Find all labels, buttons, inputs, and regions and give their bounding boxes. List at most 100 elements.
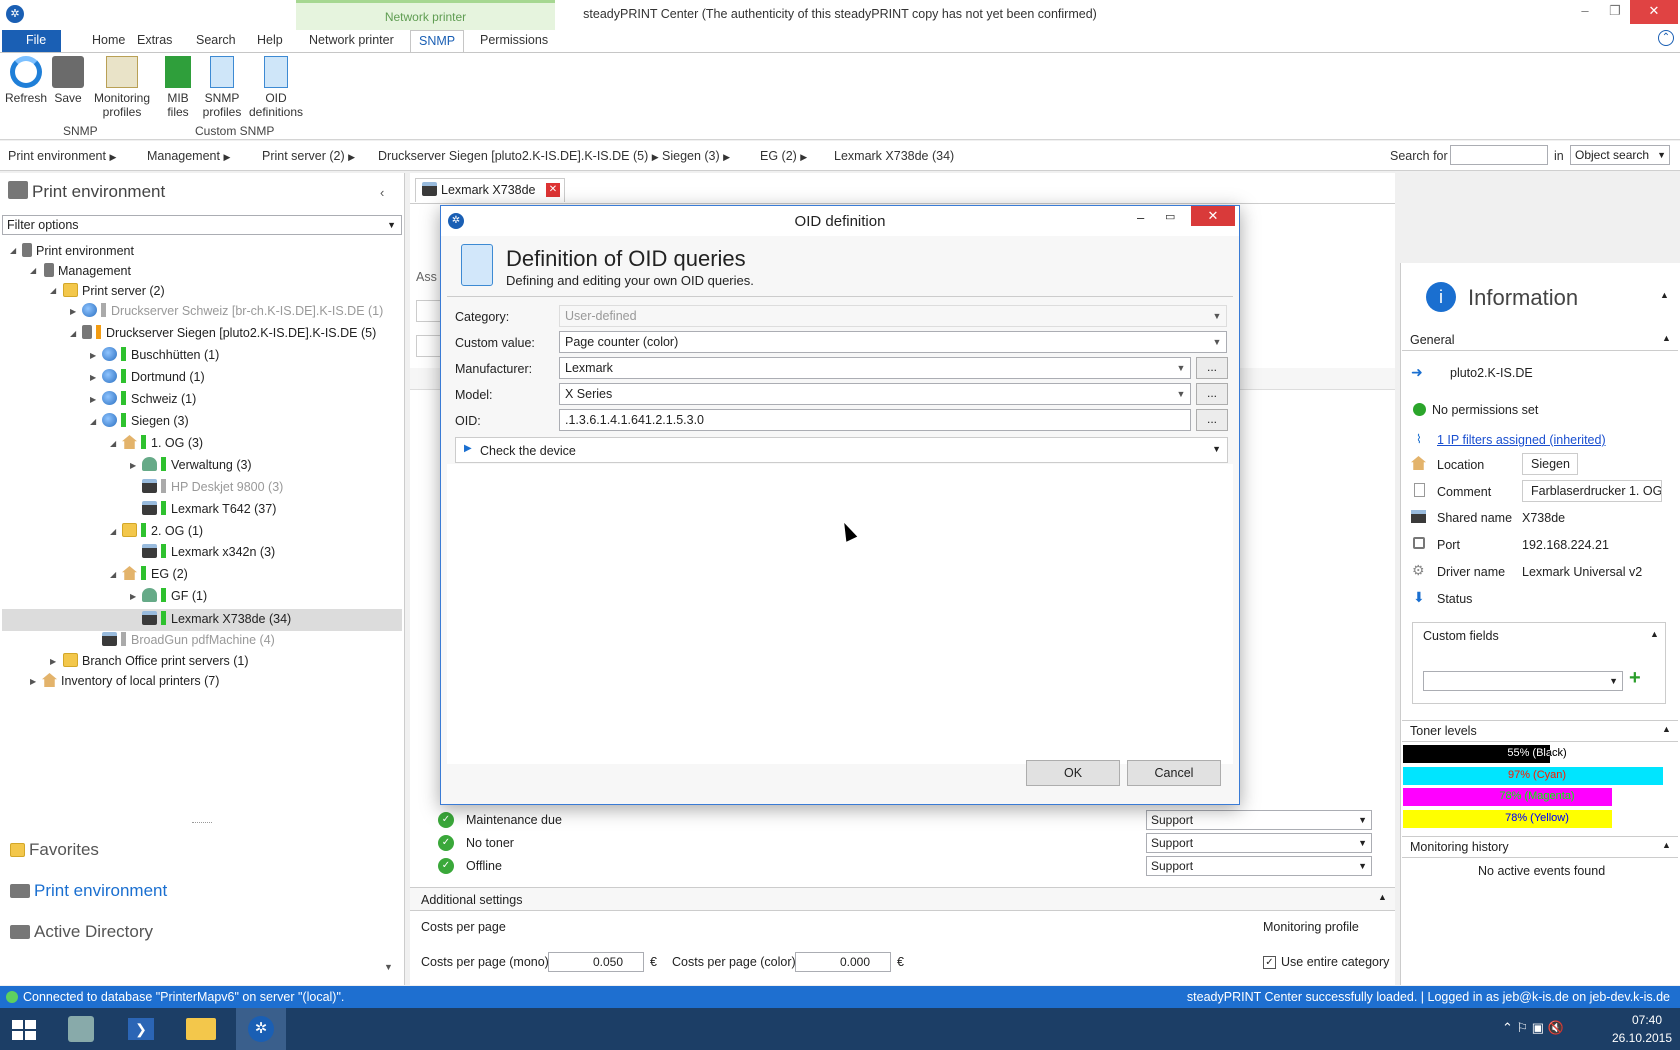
powershell-taskbar-button[interactable]: ❯ [116,1008,166,1050]
expand-arrow-icon[interactable]: ▶ [50,657,56,666]
refresh-button[interactable]: Refresh [4,56,48,105]
dialog-minimize-button[interactable]: – [1137,210,1144,225]
manufacturer-select[interactable]: Lexmark ▼ [559,357,1191,379]
location-field[interactable]: Siegen [1522,453,1578,475]
close-window-button[interactable]: ✕ [1630,0,1678,24]
chevron-up-icon[interactable]: ▲ [1662,840,1671,850]
mib-files-button[interactable]: MIB files [160,56,196,119]
chevron-up-icon[interactable]: ▲ [1662,333,1671,343]
collapse-panel-icon[interactable]: ‹ [380,185,384,200]
search-input[interactable] [1450,145,1548,165]
chevron-up-icon[interactable]: ▲ [1660,290,1669,300]
tab-home[interactable]: Home [84,30,133,52]
nav-favorites[interactable]: Favorites [10,840,99,860]
manufacturer-browse-button[interactable]: ... [1196,357,1228,379]
breadcrumb-item[interactable]: Lexmark X738de (34) [834,149,954,163]
breadcrumb-item[interactable]: Management [147,149,220,163]
tree-item[interactable]: Print environment [22,242,134,262]
collapse-arrow-icon[interactable]: ◢ [90,417,96,426]
tree-item[interactable]: Buschhütten (1) [102,346,219,366]
dialog-close-button[interactable]: ✕ [1191,206,1235,226]
additional-settings-header[interactable] [410,887,1395,911]
cancel-button[interactable]: Cancel [1127,760,1221,786]
tree-item[interactable]: Branch Office print servers (1) [63,652,249,672]
model-browse-button[interactable]: ... [1196,383,1228,405]
steadyprint-taskbar-button[interactable]: ✲ [236,1008,286,1050]
expand-arrow-icon[interactable]: ▶ [130,461,136,470]
expand-arrow-icon[interactable]: ▶ [130,592,136,601]
collapse-arrow-icon[interactable]: ◢ [30,266,36,275]
tab-search[interactable]: Search [188,30,244,52]
tree-item[interactable]: EG (2) [122,565,188,585]
breadcrumb-item[interactable]: Druckserver Siegen [pluto2.K-IS.DE].K-IS… [378,149,648,163]
dialog-maximize-button[interactable]: ▭ [1165,210,1175,223]
tray-icons[interactable]: ⌃ ⚐ ▣ 🔇 [1502,1020,1564,1036]
collapse-arrow-icon[interactable]: ◢ [110,570,116,579]
collapse-arrow-icon[interactable]: ◢ [10,246,16,255]
use-entire-category-checkbox[interactable]: ✓ [1263,956,1276,969]
tab-permissions[interactable]: Permissions [472,30,556,52]
chevron-up-icon[interactable]: ▲ [1662,724,1671,734]
snmp-profiles-button[interactable]: SNMP profiles [200,56,244,119]
breadcrumb-item[interactable]: Siegen (3) [662,149,720,163]
tree-item[interactable]: Schweiz (1) [102,390,196,410]
tree-item[interactable]: Druckserver Schweiz [br-ch.K-IS.DE].K-IS… [82,302,383,322]
splitter-grip[interactable] [192,822,212,824]
save-button[interactable]: Save [50,56,86,105]
tree-item[interactable]: Lexmark T642 (37) [142,500,276,520]
search-scope-select[interactable]: Object search ▼ [1570,145,1670,165]
assignments-tab[interactable]: Ass [416,270,437,284]
tab-file[interactable]: File [2,30,61,52]
tree-item[interactable]: Print server (2) [63,282,165,302]
check-device-expander[interactable]: ▶ Check the device ▼ [455,437,1228,463]
close-tab-button[interactable]: ✕ [546,183,560,197]
start-button[interactable] [0,1008,50,1050]
custom-value-select[interactable]: Page counter (color) ▼ [559,331,1227,353]
tree-item[interactable]: 1. OG (3) [122,434,203,454]
expand-arrow-icon[interactable]: ▶ [90,395,96,404]
color-cost-input[interactable]: 0.000 [795,952,891,972]
help-icon[interactable]: ⌃ [1658,30,1674,46]
add-icon[interactable]: + [1629,667,1641,690]
tab-network-printer[interactable]: Network printer [301,30,402,52]
breadcrumb-item[interactable]: Print server (2) [262,149,345,163]
row-value-select[interactable]: Support ▼ [1146,810,1372,830]
ok-button[interactable]: OK [1026,760,1120,786]
expand-arrow-icon[interactable]: ▶ [30,677,36,686]
chevron-up-icon[interactable]: ▲ [1378,892,1387,902]
tree-item[interactable]: Lexmark x342n (3) [142,543,275,563]
expand-arrow-icon[interactable]: ▶ [90,351,96,360]
tree-item[interactable]: Siegen (3) [102,412,189,432]
custom-field-select[interactable]: ▼ [1423,671,1623,691]
clock-date[interactable]: 26.10.2015 [1604,1031,1680,1045]
filter-options-select[interactable]: Filter options ▼ [2,215,402,235]
tree-item-selected[interactable]: Lexmark X738de (34) [142,610,291,630]
nav-print-environment[interactable]: Print environment [10,881,167,901]
tab-snmp[interactable]: SNMP [410,30,464,52]
collapse-arrow-icon[interactable]: ◢ [110,439,116,448]
tree-item[interactable]: Verwaltung (3) [142,456,252,476]
chevron-up-icon[interactable]: ▲ [1650,629,1659,639]
tree-item[interactable]: Management [44,262,131,282]
collapse-arrow-icon[interactable]: ◢ [70,329,76,338]
oid-input[interactable]: .1.3.6.1.4.1.641.2.1.5.3.0 [559,409,1191,431]
breadcrumb-item[interactable]: EG (2) [760,149,797,163]
oid-browse-button[interactable]: ... [1196,409,1228,431]
tree-item[interactable]: Dortmund (1) [102,368,205,388]
tree-item[interactable]: GF (1) [142,587,207,607]
row-value-select[interactable]: Support ▼ [1146,856,1372,876]
breadcrumb-item[interactable]: Print environment [8,149,106,163]
tree-item[interactable]: Inventory of local printers (7) [42,672,219,692]
category-select[interactable]: User-defined ▼ [559,305,1227,327]
nav-active-directory[interactable]: Active Directory [10,922,153,942]
expand-arrow-icon[interactable]: ▶ [70,307,76,316]
restore-button[interactable]: ❐ [1600,0,1630,24]
tab-extras[interactable]: Extras [129,30,180,52]
clock-time[interactable]: 07:40 [1622,1013,1672,1027]
expand-arrow-icon[interactable]: ▶ [90,373,96,382]
document-tab[interactable]: Lexmark X738de [415,178,565,202]
tab-help[interactable]: Help [249,30,291,52]
model-select[interactable]: X Series ▼ [559,383,1191,405]
tree-item[interactable]: Druckserver Siegen [pluto2.K-IS.DE].K-IS… [82,324,376,344]
comment-field[interactable]: Farblaserdrucker 1. OG [1522,480,1662,502]
